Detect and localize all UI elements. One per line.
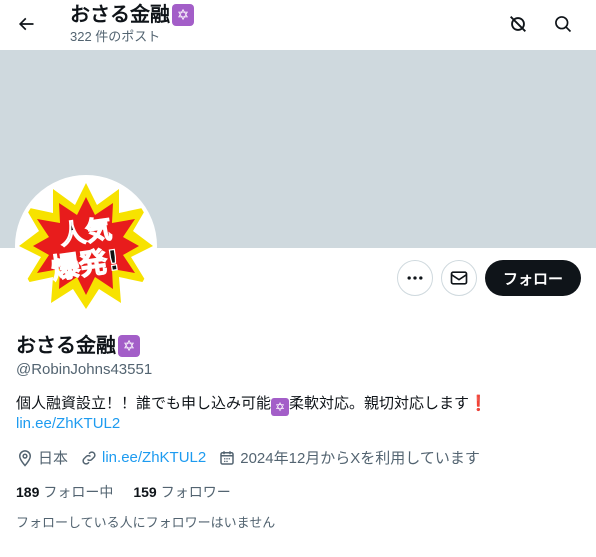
header-title: おさる金融 ✡ [70, 2, 194, 28]
follow-button[interactable]: フォロー [484, 260, 581, 296]
follow-stats: 189 フォロー中 159 フォロワー [16, 482, 231, 502]
location: 日本 [16, 447, 68, 468]
search-icon [555, 16, 572, 33]
calendar-icon [220, 450, 234, 465]
six-pointed-star-icon: ✡ [271, 398, 290, 416]
followers-label: フォロワー [160, 484, 231, 500]
profile-name-text: おさる金融 [16, 335, 116, 357]
location-pin-icon [18, 449, 32, 467]
exclamation-icon: ❗ [469, 395, 488, 412]
header-title-group: おさる金融 ✡ 322 件のポスト [70, 2, 194, 46]
joined-date: 2024年12月からXを利用しています [218, 447, 480, 468]
location-text: 日本 [38, 450, 69, 467]
six-pointed-star-icon: ✡ [118, 335, 140, 357]
bio-link[interactable]: lin.ee/ZhKTUL2 [16, 414, 120, 434]
message-button[interactable] [440, 260, 477, 296]
followers-count: 159 [133, 484, 157, 500]
profile-bio: 個人融資設立！！誰でも申し込み可能 ✡ 柔軟対応。親切対応します❗ [16, 394, 586, 416]
profile-actions: フォロー [396, 260, 581, 296]
website: lin.ee/ZhKTUL2 [80, 449, 206, 467]
post-count: 322 件のポスト [70, 29, 161, 44]
profile-meta: 日本 lin.ee/ZhKTUL2 2024年12月からXを利用しています [16, 447, 492, 468]
more-button[interactable] [396, 260, 433, 296]
profile-handle: @RobinJohns43551 [16, 361, 153, 378]
grok-icon [510, 16, 526, 32]
bio-text-1: 個人融資設立！！誰でも申し込み可能 [16, 395, 272, 412]
followers-link[interactable]: 159 フォロワー [133, 482, 230, 502]
grok-button[interactable] [500, 6, 536, 42]
six-pointed-star-icon: ✡ [172, 4, 194, 26]
joined-text: 2024年12月からXを利用しています [240, 450, 480, 467]
followed-by-text: フォローしている人にフォロワーはいません [16, 515, 276, 530]
top-bar: おさる金融 ✡ 322 件のポスト [0, 0, 596, 48]
search-button[interactable] [545, 6, 581, 42]
profile-name: おさる金融 ✡ [16, 333, 140, 359]
following-label: フォロー中 [43, 484, 114, 500]
following-count: 189 [16, 484, 40, 500]
bio-text-2: 柔軟対応。親切対応します [289, 395, 470, 412]
back-button[interactable] [8, 6, 44, 42]
header-title-text: おさる金融 [70, 4, 170, 26]
link-icon [82, 450, 96, 465]
avatar[interactable]: 人気 爆発! [15, 175, 157, 317]
website-link[interactable]: lin.ee/ZhKTUL2 [102, 449, 206, 466]
following-link[interactable]: 189 フォロー中 [16, 482, 113, 502]
more-icon [407, 276, 423, 280]
mail-icon [450, 271, 468, 285]
avatar-image: 人気 爆発! [19, 179, 153, 313]
arrow-left-icon [18, 17, 34, 31]
